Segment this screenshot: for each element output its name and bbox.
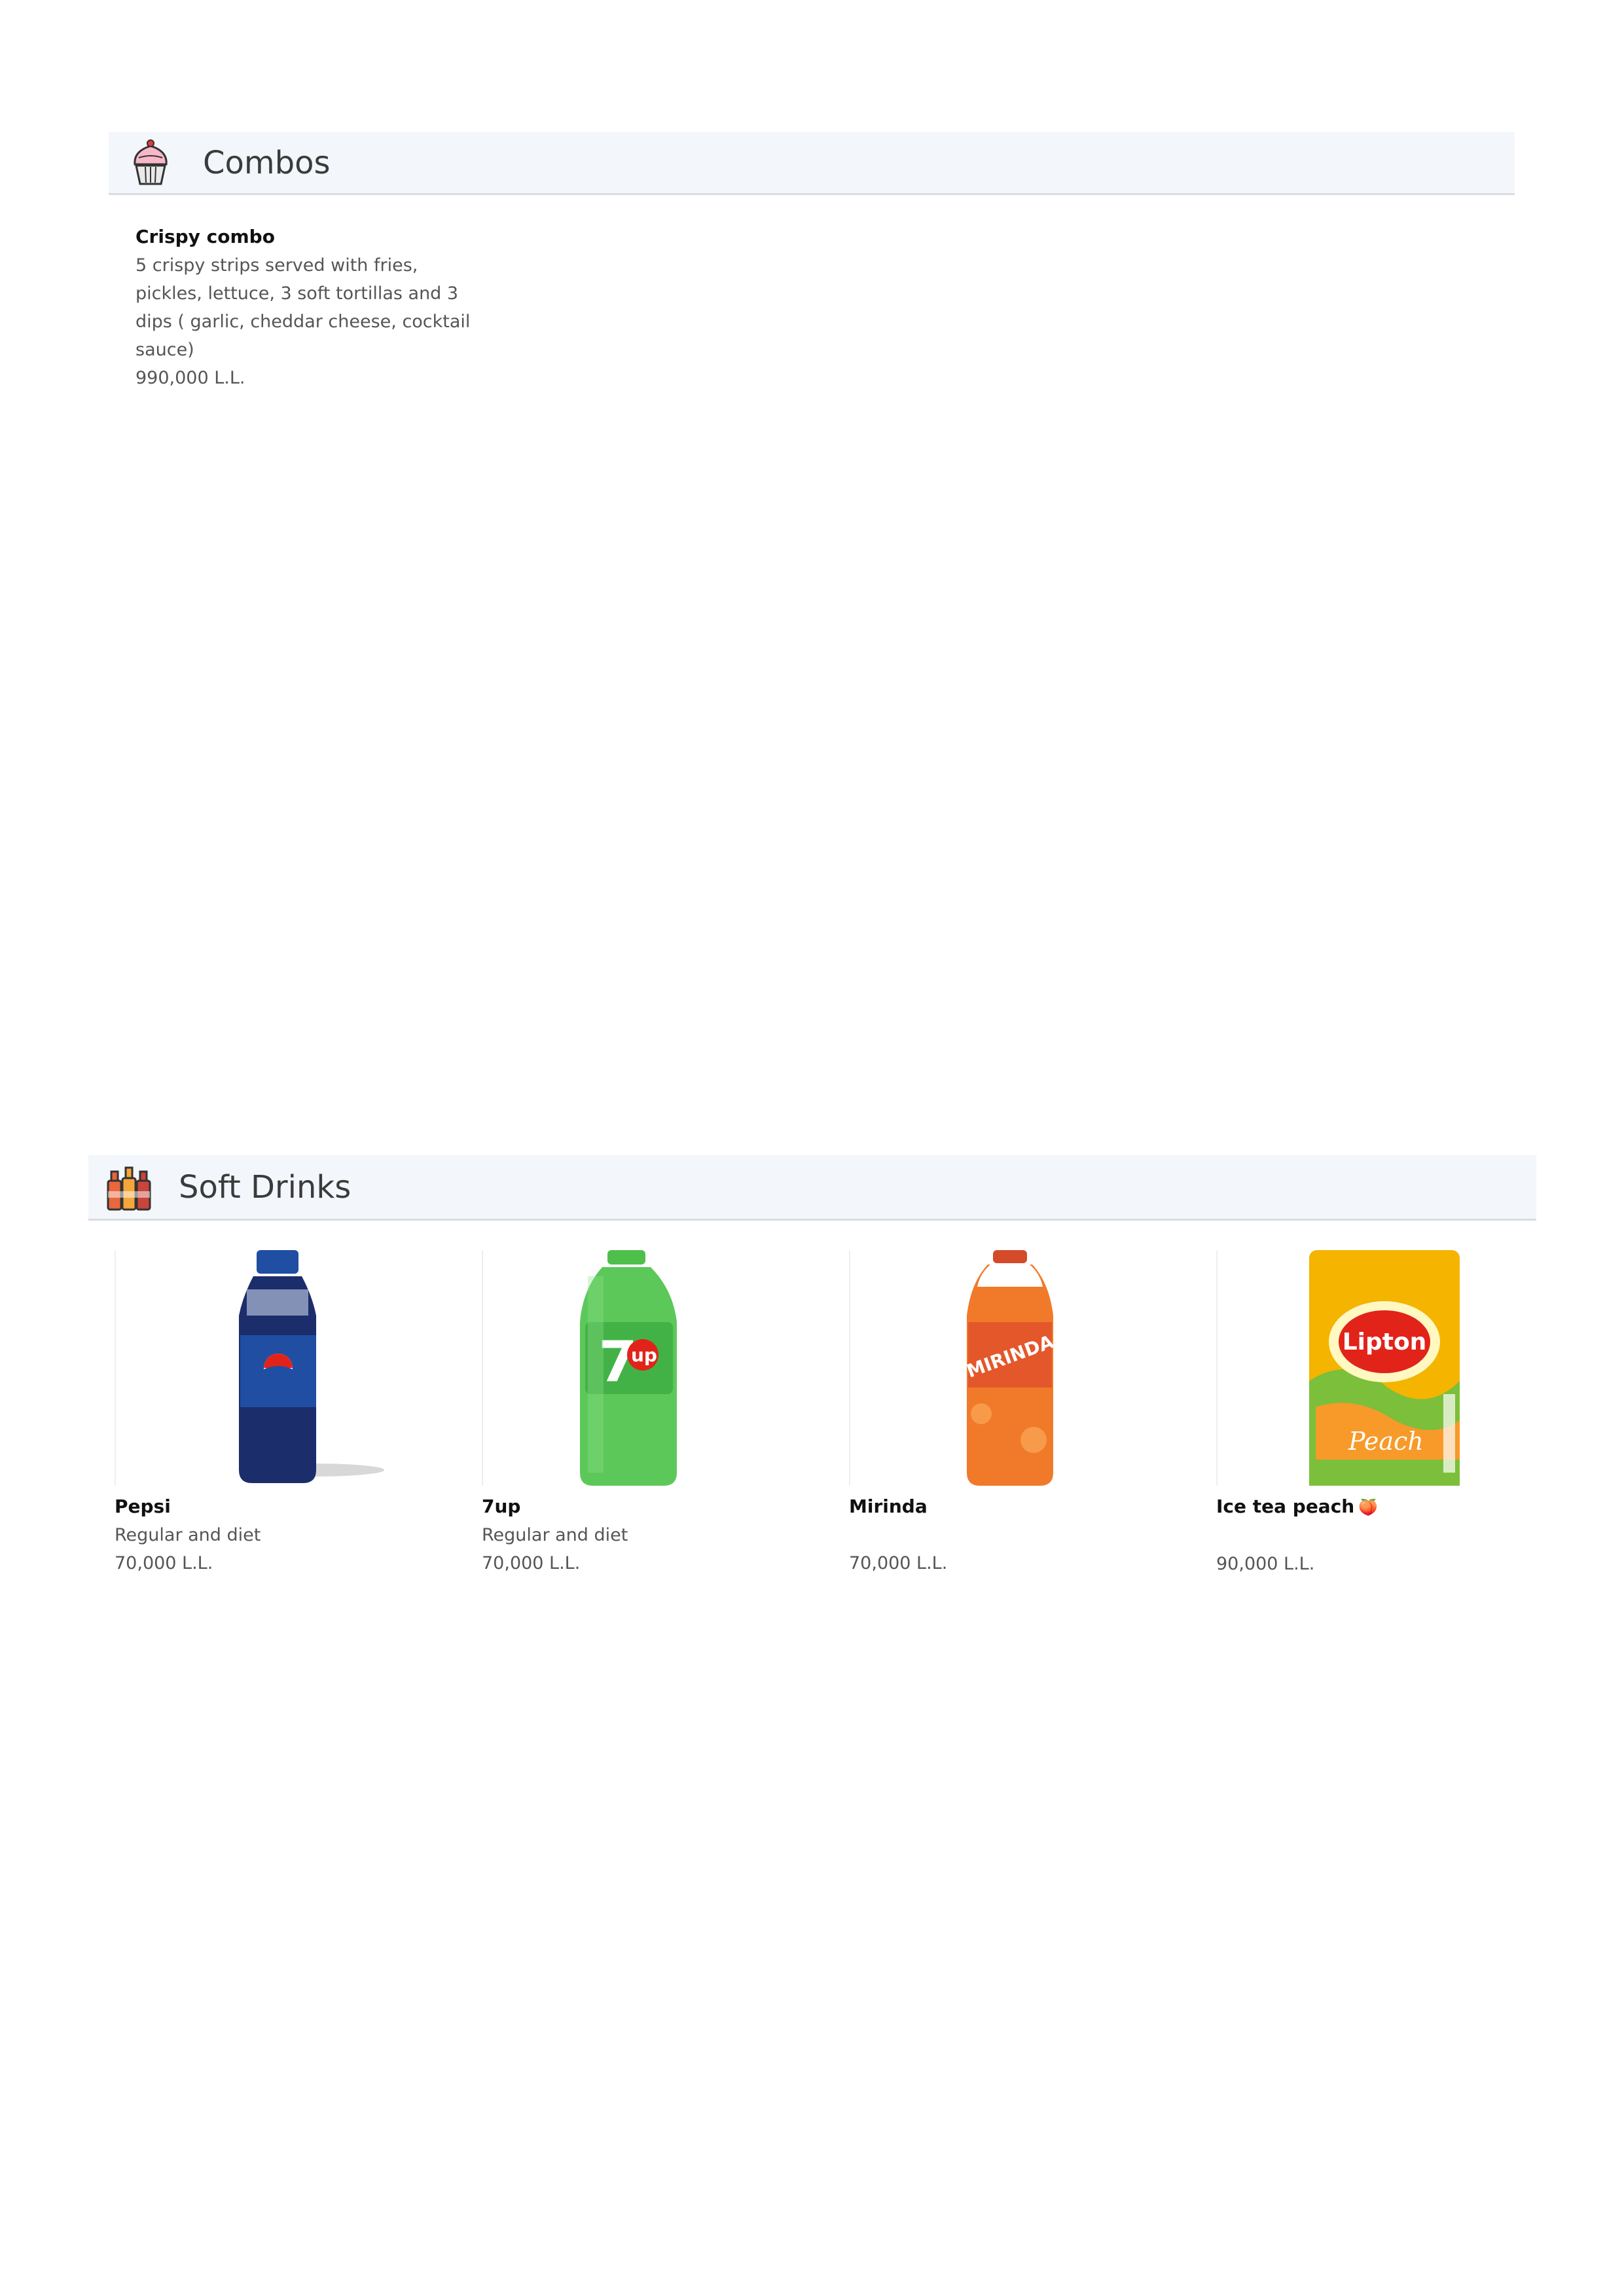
- item-description-line: 5 crispy strips served with fries,: [135, 255, 418, 276]
- item-name: Mirinda: [849, 1496, 928, 1517]
- item-name: Pepsi: [115, 1496, 171, 1517]
- item-description-line: pickles, lettuce, 3 soft tortillas and 3: [135, 283, 459, 304]
- menu-item-crispy-combo[interactable]: Crispy combo 5 crispy strips served with…: [135, 223, 476, 392]
- item-price: 70,000 L.L.: [115, 1553, 213, 1573]
- item-price: 90,000 L.L.: [1216, 1554, 1315, 1574]
- item-price: 70,000 L.L.: [482, 1553, 581, 1573]
- product-image-pepsi: [115, 1250, 384, 1486]
- item-price: 990,000 L.L.: [135, 368, 245, 388]
- bottles-icon: [107, 1166, 151, 1210]
- item-name: 7up: [482, 1496, 521, 1517]
- product-image-mirinda: MIRINDA: [849, 1250, 1112, 1486]
- item-price: 70,000 L.L.: [849, 1553, 948, 1573]
- cupcake-icon: [134, 139, 168, 185]
- svg-text:up: up: [631, 1344, 657, 1366]
- item-name: Ice tea peach 🍑: [1216, 1492, 1570, 1522]
- section-title: Soft Drinks: [179, 1168, 352, 1206]
- item-description-line: dips ( garlic, cheddar cheese, cocktail: [135, 312, 471, 332]
- item-name-text: Ice tea peach: [1216, 1496, 1355, 1517]
- item-description: [849, 1521, 1202, 1549]
- section-header-combos: Combos: [109, 132, 1515, 195]
- item-description: [1216, 1522, 1570, 1550]
- peach-icon: 🍑: [1358, 1498, 1379, 1516]
- section-title: Combos: [203, 144, 331, 181]
- item-description: Regular and diet: [115, 1525, 261, 1545]
- item-name: Crispy combo: [135, 226, 275, 247]
- svg-text:Lipton: Lipton: [1343, 1329, 1427, 1355]
- product-image-7up: 7 up: [482, 1250, 745, 1486]
- item-description: Regular and diet: [482, 1525, 628, 1545]
- item-description-line: sauce): [135, 340, 194, 360]
- product-image-lipton-peach: Lipton Peach: [1216, 1250, 1479, 1486]
- section-header-soft-drinks: Soft Drinks: [88, 1155, 1536, 1221]
- svg-text:Peach: Peach: [1348, 1427, 1424, 1456]
